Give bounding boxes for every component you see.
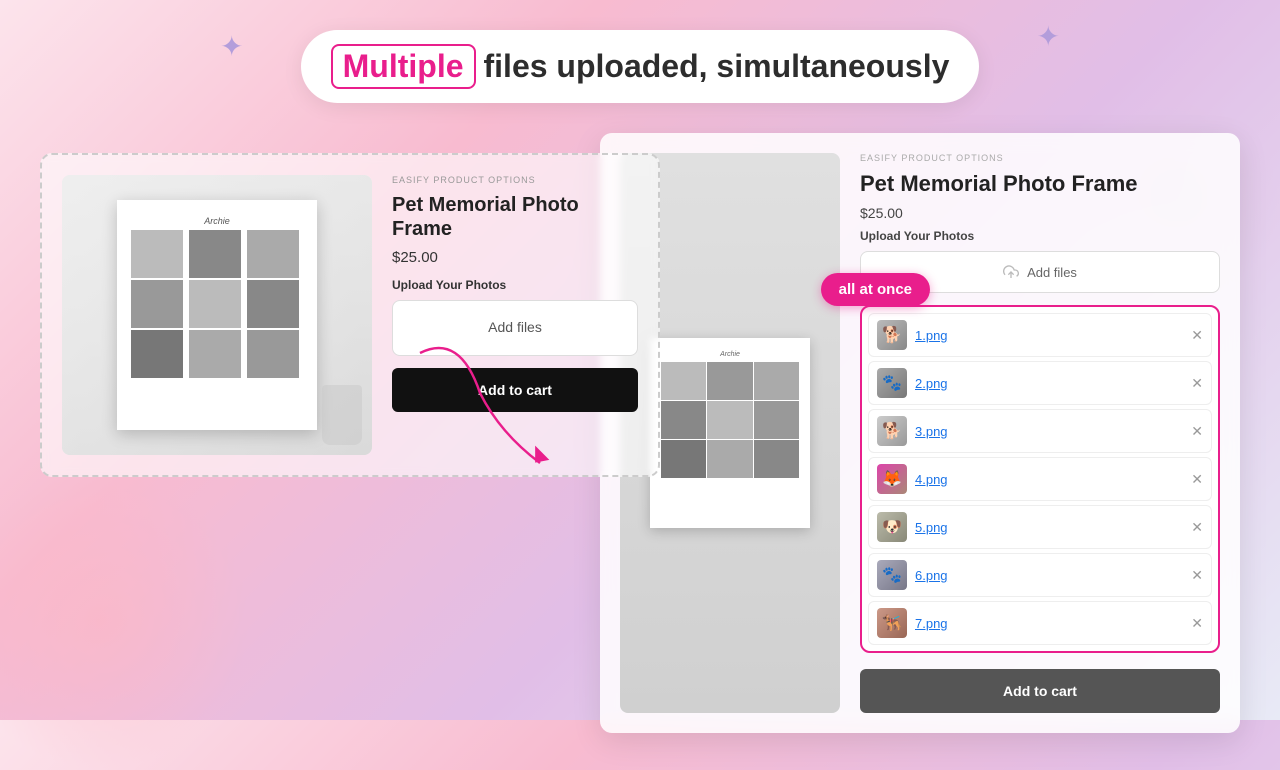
file-name-3: 3.png (915, 424, 1183, 439)
right-add-files-text: Add files (1027, 265, 1077, 280)
right-easify-label: EASIFY PRODUCT OPTIONS (860, 153, 1220, 163)
photo-frame: Archie (117, 200, 317, 430)
file-remove-1[interactable]: ✕ (1191, 327, 1203, 344)
frame-cell-3 (247, 230, 299, 278)
frame-cell-6 (247, 280, 299, 328)
header: Multiple files uploaded, simultaneously (0, 0, 1280, 123)
header-pill: Multiple files uploaded, simultaneously (301, 30, 980, 103)
multiple-highlight: Multiple (331, 44, 476, 89)
file-list: 🐕 1.png ✕ 🐾 2.png ✕ 🐕 (860, 305, 1220, 653)
frame-mockup: Archie (62, 175, 372, 455)
right-product-title: Pet Memorial Photo Frame (860, 171, 1220, 197)
left-add-to-cart-button[interactable]: Add to cart (392, 368, 638, 412)
frame-cell-1 (131, 230, 183, 278)
right-product-price: $25.00 (860, 205, 1220, 221)
right-upload-label: Upload Your Photos (860, 229, 1220, 243)
file-item-5: 🐶 5.png ✕ (868, 505, 1212, 549)
file-name-7: 7.png (915, 616, 1183, 631)
file-remove-7[interactable]: ✕ (1191, 615, 1203, 632)
left-add-files-text: Add files (488, 319, 542, 335)
file-item-2: 🐾 2.png ✕ (868, 361, 1212, 405)
file-thumb-7: 🐕‍🦺 (877, 608, 907, 638)
right-product-details: EASIFY PRODUCT OPTIONS Pet Memorial Phot… (860, 153, 1220, 713)
file-name-6: 6.png (915, 568, 1183, 583)
right-add-to-cart-button[interactable]: Add to cart (860, 669, 1220, 713)
left-upload-box[interactable]: Add files (392, 300, 638, 356)
frame-cell-5 (189, 280, 241, 328)
file-thumb-3: 🐕 (877, 416, 907, 446)
left-product-price: $25.00 (392, 249, 638, 266)
file-thumb-2: 🐾 (877, 368, 907, 398)
left-product-card: Archie (40, 153, 660, 477)
frame-cell-2 (189, 230, 241, 278)
frame-cell-8 (189, 330, 241, 378)
all-at-once-badge: all at once (821, 273, 930, 306)
file-remove-3[interactable]: ✕ (1191, 423, 1203, 440)
upload-icon (1003, 264, 1019, 280)
main-content: Archie (0, 123, 1280, 743)
left-upload-label: Upload Your Photos (392, 278, 638, 292)
left-product-details: EASIFY PRODUCT OPTIONS Pet Memorial Phot… (392, 175, 638, 455)
file-thumb-5: 🐶 (877, 512, 907, 542)
left-product-title: Pet Memorial Photo Frame (392, 193, 638, 241)
frame-cell-4 (131, 280, 183, 328)
file-item-4: 🦊 4.png ✕ (868, 457, 1212, 501)
file-thumb-1: 🐕 (877, 320, 907, 350)
frame-cell-7 (131, 330, 183, 378)
frame-title-text: Archie (129, 212, 305, 228)
header-subtitle: files uploaded, simultaneously (484, 48, 950, 85)
right-product-card: Archie (600, 133, 1240, 733)
left-panel: Archie (40, 153, 660, 477)
file-remove-5[interactable]: ✕ (1191, 519, 1203, 536)
frame-cell-9 (247, 330, 299, 378)
left-product-image: Archie (62, 175, 372, 455)
file-name-1: 1.png (915, 328, 1183, 343)
file-name-5: 5.png (915, 520, 1183, 535)
file-name-4: 4.png (915, 472, 1183, 487)
frame-photo-grid (129, 228, 305, 380)
file-thumb-4: 🦊 (877, 464, 907, 494)
file-name-2: 2.png (915, 376, 1183, 391)
file-remove-2[interactable]: ✕ (1191, 375, 1203, 392)
file-item-6: 🐾 6.png ✕ (868, 553, 1212, 597)
left-easify-label: EASIFY PRODUCT OPTIONS (392, 175, 638, 185)
file-item-7: 🐕‍🦺 7.png ✕ (868, 601, 1212, 645)
file-remove-4[interactable]: ✕ (1191, 471, 1203, 488)
right-panel: all at once Archie (600, 133, 1240, 733)
file-item-1: 🐕 1.png ✕ (868, 313, 1212, 357)
file-item-3: 🐕 3.png ✕ (868, 409, 1212, 453)
file-remove-6[interactable]: ✕ (1191, 567, 1203, 584)
file-thumb-6: 🐾 (877, 560, 907, 590)
